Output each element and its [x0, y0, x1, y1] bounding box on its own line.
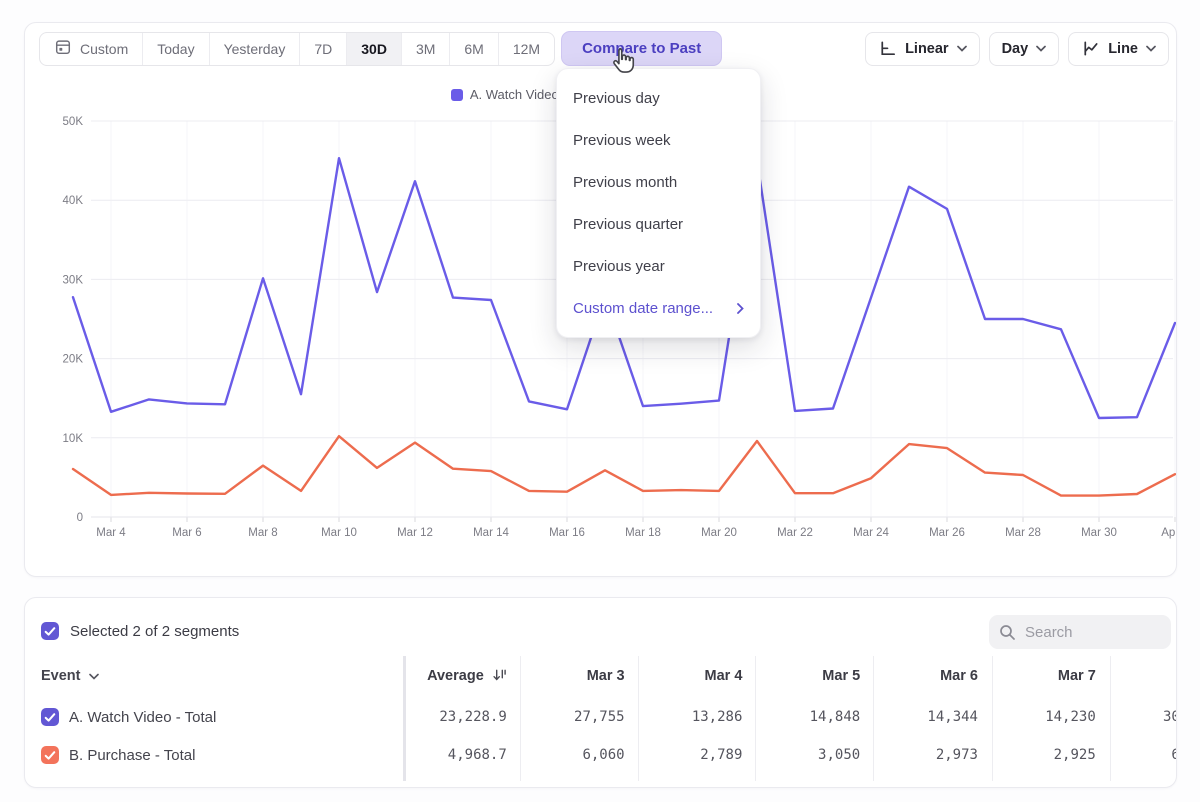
- svg-text:Mar 30: Mar 30: [1081, 527, 1117, 539]
- cell-value: 2,973: [874, 747, 992, 763]
- menu-item-previous-quarter[interactable]: Previous quarter: [557, 203, 760, 245]
- row-checkbox[interactable]: [41, 746, 59, 764]
- column-header-mar3[interactable]: Mar 3: [521, 668, 639, 684]
- menu-item-custom-date-range[interactable]: Custom date range...: [557, 287, 760, 329]
- line-chart-icon: [1081, 39, 1100, 58]
- svg-text:Mar 14: Mar 14: [473, 527, 509, 539]
- svg-text:50K: 50K: [63, 116, 84, 128]
- table-row[interactable]: A. Watch Video - Total 23,228.9 27,755 1…: [25, 698, 1177, 736]
- svg-text:30K: 30K: [63, 274, 84, 286]
- chevron-down-icon: [1146, 45, 1156, 52]
- granularity-dropdown-button[interactable]: Day: [989, 32, 1060, 66]
- series-line-1: [73, 436, 1175, 495]
- segments-table: Event Average Mar 3 Mar 4 Mar 5 Mar 6 Ma…: [25, 656, 1176, 787]
- cell-value: 2,925: [992, 747, 1110, 763]
- cell-value: 6,060: [521, 747, 639, 763]
- segment-label: B. Purchase - Total: [69, 747, 195, 764]
- cell-value: 13,286: [639, 709, 757, 725]
- cell-value: 30,145: [1110, 709, 1177, 725]
- column-header-event[interactable]: Event: [25, 668, 403, 684]
- date-range-7d[interactable]: 7D: [299, 33, 346, 65]
- svg-text:Mar 18: Mar 18: [625, 527, 661, 539]
- compare-to-past-menu: Previous day Previous week Previous mont…: [556, 68, 761, 338]
- row-checkbox[interactable]: [41, 708, 59, 726]
- chart-type-dropdown-button[interactable]: Line: [1068, 32, 1169, 66]
- selected-segments-label: Selected 2 of 2 segments: [70, 623, 239, 640]
- cell-value: 14,848: [756, 709, 874, 725]
- svg-text:Mar 20: Mar 20: [701, 527, 737, 539]
- svg-text:Mar 24: Mar 24: [853, 527, 889, 539]
- menu-item-previous-day[interactable]: Previous day: [557, 77, 760, 119]
- svg-text:Mar 22: Mar 22: [777, 527, 813, 539]
- chevron-down-icon: [957, 45, 967, 52]
- svg-text:Mar 4: Mar 4: [96, 527, 126, 539]
- cell-value: 2,789: [639, 747, 757, 763]
- chevron-right-icon: [737, 303, 744, 314]
- date-range-today[interactable]: Today: [142, 33, 208, 65]
- svg-text:10K: 10K: [63, 433, 84, 445]
- search-box[interactable]: [989, 615, 1171, 649]
- table-row[interactable]: B. Purchase - Total 4,968.7 6,060 2,789 …: [25, 736, 1177, 774]
- chevron-down-icon: [1036, 45, 1046, 52]
- svg-text:Mar 10: Mar 10: [321, 527, 357, 539]
- cell-value: 6,484: [1110, 747, 1177, 763]
- column-header-mar6[interactable]: Mar 6: [874, 668, 992, 684]
- segments-table-card: Selected 2 of 2 segments Event Average: [24, 597, 1177, 788]
- svg-text:Mar 16: Mar 16: [549, 527, 585, 539]
- cell-value: 14,230: [992, 709, 1110, 725]
- selected-segments-row: Selected 2 of 2 segments: [41, 622, 239, 640]
- date-range-6m[interactable]: 6M: [449, 33, 497, 65]
- mouse-pointer-hand-icon: [610, 47, 636, 80]
- menu-item-previous-year[interactable]: Previous year: [557, 245, 760, 287]
- svg-text:Mar 26: Mar 26: [929, 527, 965, 539]
- column-header-average[interactable]: Average: [403, 668, 521, 684]
- menu-item-previous-month[interactable]: Previous month: [557, 161, 760, 203]
- column-header-mar4[interactable]: Mar 4: [639, 668, 757, 684]
- svg-text:20K: 20K: [63, 354, 84, 366]
- select-all-checkbox[interactable]: [41, 622, 59, 640]
- date-range-12m[interactable]: 12M: [498, 33, 554, 65]
- date-range-custom-label: Custom: [80, 41, 128, 57]
- search-input[interactable]: [1025, 624, 1155, 641]
- segment-label: A. Watch Video - Total: [69, 709, 216, 726]
- chart-toolbar: Custom Today Yesterday 7D 30D 3M 6M 12M …: [39, 31, 1169, 66]
- svg-text:Mar 8: Mar 8: [248, 527, 277, 539]
- chevron-down-icon: [89, 673, 99, 680]
- table-header-row: Event Average Mar 3 Mar 4 Mar 5 Mar 6 Ma…: [25, 656, 1177, 696]
- date-range-picker: Custom Today Yesterday 7D 30D 3M 6M 12M: [39, 32, 555, 66]
- date-range-30d[interactable]: 30D: [346, 33, 401, 65]
- compare-to-past-button[interactable]: Compare to Past: [561, 31, 722, 66]
- cell-value: 27,755: [521, 709, 639, 725]
- date-range-3m[interactable]: 3M: [401, 33, 449, 65]
- svg-text:0: 0: [77, 512, 83, 524]
- search-icon: [999, 624, 1016, 641]
- column-header-mar5[interactable]: Mar 5: [756, 668, 874, 684]
- cell-average: 4,968.7: [403, 747, 521, 763]
- cell-value: 3,050: [756, 747, 874, 763]
- scale-dropdown-button[interactable]: Linear: [865, 32, 980, 66]
- column-header-mar8[interactable]: Mar 8: [1110, 668, 1177, 684]
- date-range-custom[interactable]: Custom: [40, 33, 142, 65]
- menu-item-previous-week[interactable]: Previous week: [557, 119, 760, 161]
- linear-axis-icon: [878, 39, 897, 58]
- calendar-icon: [54, 38, 72, 59]
- date-range-yesterday[interactable]: Yesterday: [209, 33, 300, 65]
- column-header-mar7[interactable]: Mar 7: [992, 668, 1110, 684]
- svg-text:Mar 12: Mar 12: [397, 527, 433, 539]
- cell-value: 14,344: [874, 709, 992, 725]
- cell-average: 23,228.9: [403, 709, 521, 725]
- svg-text:Apr 1: Apr 1: [1161, 527, 1176, 539]
- svg-text:Mar 6: Mar 6: [172, 527, 201, 539]
- svg-text:Mar 28: Mar 28: [1005, 527, 1041, 539]
- sort-descending-icon: [492, 668, 507, 682]
- svg-text:40K: 40K: [63, 195, 84, 207]
